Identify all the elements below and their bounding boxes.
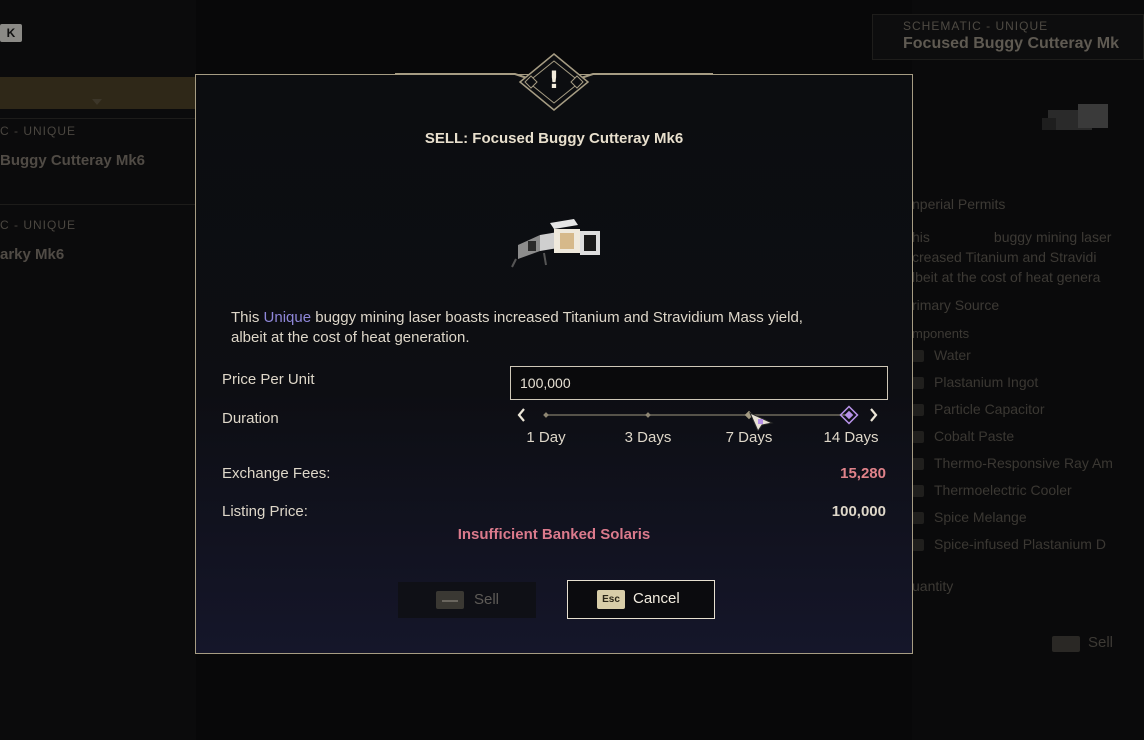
- quantity-label: uantity: [912, 578, 954, 594]
- duration-label: Duration: [222, 410, 279, 427]
- key-hint: K: [0, 24, 22, 42]
- component-item: Water: [934, 347, 971, 363]
- alert-icon: !: [548, 66, 560, 94]
- background-left-panel: K C - UNIQUE Buggy Cutteray Mk6 C - UNIQ…: [0, 0, 196, 740]
- listing-label: Listing Price:: [222, 503, 308, 520]
- duration-option[interactable]: 14 Days: [823, 429, 878, 446]
- chevron-down-icon: [92, 99, 102, 105]
- desc-line: creased Titanium and Stravidi: [912, 249, 1097, 265]
- cancel-button[interactable]: Esc Cancel: [567, 580, 715, 619]
- spice-icon: [912, 512, 924, 524]
- list-item-name: arky Mk6: [0, 246, 65, 263]
- item-image: [511, 219, 600, 268]
- duration-track: [517, 405, 878, 431]
- schematic-name: Focused Buggy Cutteray Mk: [903, 35, 1120, 52]
- duration-slider[interactable]: 1 Day 3 Days 7 Days 14 Days: [510, 401, 888, 451]
- duration-option[interactable]: 7 Days: [726, 429, 773, 446]
- background-sell-button: Sell: [1088, 634, 1114, 651]
- component-item: Cobalt Paste: [934, 428, 1015, 444]
- key-hint-icon: [1052, 636, 1080, 652]
- duration-tick[interactable]: [543, 412, 549, 418]
- desc-line: his buggy mining laser: [912, 229, 1112, 245]
- plastanium-icon: [912, 539, 924, 551]
- sell-button-label: Sell: [474, 591, 500, 608]
- category-dropdown: [0, 77, 196, 109]
- cancel-button-label: Cancel: [633, 590, 680, 607]
- fees-value: 15,280: [840, 465, 886, 482]
- price-label: Price Per Unit: [222, 371, 315, 388]
- component-item: Spice Melange: [934, 509, 1027, 525]
- chevron-left-icon[interactable]: [517, 408, 525, 422]
- duration-option[interactable]: 1 Day: [526, 429, 565, 446]
- insufficient-funds-warning: Insufficient Banked Solaris: [457, 526, 651, 543]
- cooler-icon: [912, 485, 924, 497]
- divider: [0, 204, 196, 205]
- component-item: Plastanium Ingot: [934, 374, 1039, 390]
- ray-icon: [912, 458, 924, 470]
- component-item: Thermoelectric Cooler: [934, 482, 1072, 498]
- price-input[interactable]: 100,000: [510, 366, 888, 400]
- sell-button[interactable]: Sell: [398, 582, 536, 618]
- ingot-icon: [912, 377, 924, 389]
- rarity-label: Unique: [263, 309, 312, 326]
- list-item: C - UNIQUE Buggy Cutteray Mk6: [0, 124, 196, 169]
- primary-source-label: rimary Source: [912, 297, 1000, 313]
- capacitor-icon: [912, 404, 924, 416]
- list-item-subtitle: C - UNIQUE: [0, 218, 76, 232]
- water-icon: [912, 350, 924, 362]
- component-item: Spice-infused Plastanium D: [934, 536, 1106, 552]
- fees-label: Exchange Fees:: [222, 465, 331, 482]
- chevron-right-icon[interactable]: [870, 408, 878, 422]
- desc-line: lbeit at the cost of heat genera: [912, 269, 1101, 285]
- spacebar-icon: [436, 591, 464, 609]
- duration-option[interactable]: 3 Days: [625, 429, 672, 446]
- sell-dialog: SELL: Focused Buggy Cutteray Mk6 This Un…: [195, 74, 913, 654]
- list-item-name: Buggy Cutteray Mk6: [0, 152, 146, 169]
- esc-key-icon: Esc: [597, 590, 625, 609]
- paste-icon: [912, 431, 924, 443]
- permits-label: nperial Permits: [912, 196, 1006, 212]
- schematic-item-image: [1042, 104, 1108, 130]
- background-right-panel: SCHEMATIC - UNIQUE Focused Buggy Cuttera…: [872, 0, 1144, 740]
- listing-value: 100,000: [831, 503, 886, 520]
- component-item: Particle Capacitor: [934, 401, 1045, 417]
- components-label: mponents: [912, 326, 970, 341]
- list-item: C - UNIQUE arky Mk6: [0, 218, 196, 263]
- list-item-subtitle: C - UNIQUE: [0, 124, 76, 138]
- item-description: This Unique buggy mining laser boasts in…: [231, 309, 803, 346]
- schematic-subtitle: SCHEMATIC - UNIQUE: [903, 19, 1049, 33]
- duration-tick[interactable]: [645, 412, 651, 418]
- divider: [0, 118, 196, 119]
- dialog-title: SELL: Focused Buggy Cutteray Mk6: [424, 130, 684, 147]
- component-item: Thermo-Responsive Ray Am: [934, 455, 1113, 471]
